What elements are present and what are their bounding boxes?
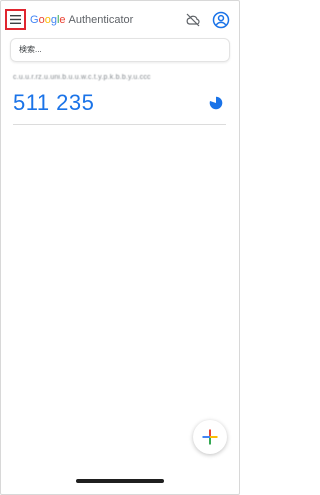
app-title: Google Authenticator [30, 11, 133, 29]
search-input[interactable]: 検索... [10, 38, 230, 62]
home-indicator [76, 479, 164, 483]
menu-button[interactable] [5, 9, 26, 30]
add-button[interactable] [193, 420, 227, 454]
plus-icon [202, 429, 218, 445]
brand-letter: G [30, 14, 39, 26]
brand-suffix: Authenticator [68, 14, 134, 26]
account-circle-icon[interactable] [212, 11, 230, 29]
divider [13, 124, 226, 125]
menu-icon [10, 15, 21, 24]
account-name: c.u.u.r.rz.u.uni.b.u.u.w.c.t.y.p.k.b.b.y… [13, 74, 151, 81]
cloud-off-icon[interactable] [185, 12, 201, 28]
timer-pie-fill [209, 96, 223, 110]
timer-pie-icon [209, 96, 223, 110]
otp-code[interactable]: 511 235 [13, 89, 94, 117]
brand-letter: e [59, 14, 66, 26]
